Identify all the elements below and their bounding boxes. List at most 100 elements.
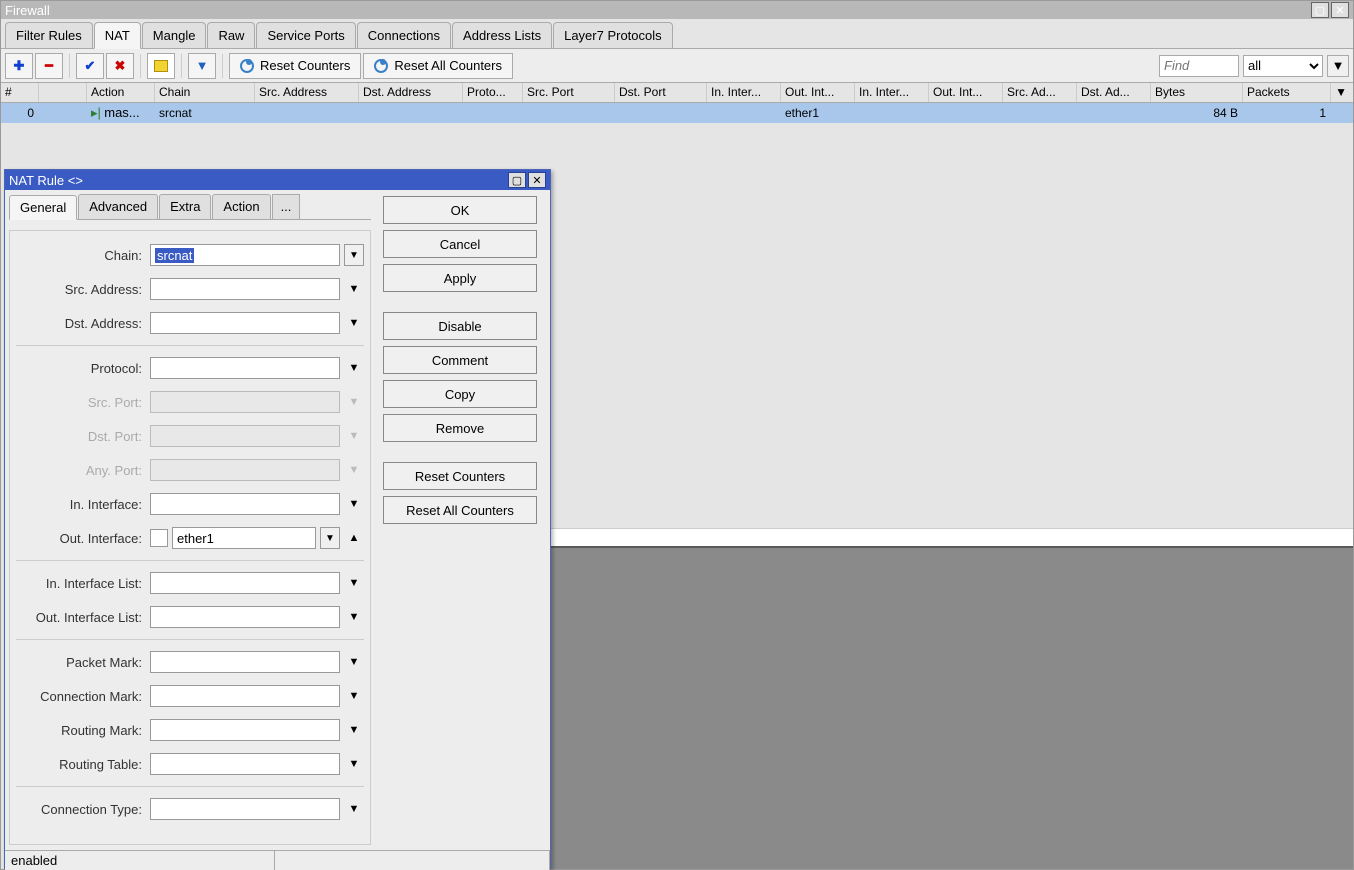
dialog-close-icon[interactable]: ✕ <box>528 172 546 188</box>
dialog-buttons: OK Cancel Apply Disable Comment Copy Rem… <box>375 190 545 850</box>
find-input[interactable] <box>1159 55 1239 77</box>
expand-icon[interactable]: ▼ <box>344 572 364 594</box>
enable-button[interactable]: ✔ <box>76 53 104 79</box>
tab-more-icon[interactable]: ... <box>272 194 301 219</box>
routing-mark-label: Routing Mark: <box>16 723 150 738</box>
routing-table-label: Routing Table: <box>16 757 150 772</box>
tab-nat[interactable]: NAT <box>94 22 141 49</box>
remove-button[interactable]: Remove <box>383 414 537 442</box>
expand-icon[interactable]: ▼ <box>344 798 364 820</box>
src-address-input[interactable] <box>150 278 340 300</box>
disable-button[interactable]: ✖ <box>106 53 134 79</box>
main-title-bar: Firewall ▢ ✕ <box>1 1 1353 19</box>
col-packets[interactable]: Packets <box>1243 83 1331 102</box>
tab-address-lists[interactable]: Address Lists <box>452 22 552 48</box>
close-icon[interactable]: ✕ <box>1331 2 1349 18</box>
expand-icon[interactable]: ▼ <box>344 312 364 334</box>
collapse-icon[interactable]: ▲ <box>344 527 364 549</box>
tab-service-ports[interactable]: Service Ports <box>256 22 355 48</box>
col-chain[interactable]: Chain <box>155 83 255 102</box>
in-interface-label: In. Interface: <box>16 497 150 512</box>
src-address-label: Src. Address: <box>16 282 150 297</box>
col-dst-ad[interactable]: Dst. Ad... <box>1077 83 1151 102</box>
col-in-inter2[interactable]: In. Inter... <box>855 83 929 102</box>
table-header: # Action Chain Src. Address Dst. Address… <box>1 83 1353 103</box>
filter-dropdown-icon[interactable]: ▼ <box>1327 55 1349 77</box>
filter-select[interactable]: all <box>1243 55 1323 77</box>
col-src-ad[interactable]: Src. Ad... <box>1003 83 1077 102</box>
ok-button[interactable]: OK <box>383 196 537 224</box>
col-proto[interactable]: Proto... <box>463 83 523 102</box>
add-button[interactable]: ✚ <box>5 53 33 79</box>
table-row[interactable]: 0 ▸| mas... srcnat ether1 84 B 1 <box>1 103 1353 123</box>
col-num[interactable]: # <box>1 83 39 102</box>
col-out-int[interactable]: Out. Int... <box>781 83 855 102</box>
expand-icon[interactable]: ▼ <box>344 651 364 673</box>
filter-icon[interactable]: ▼ <box>188 53 216 79</box>
col-in-inter[interactable]: In. Inter... <box>707 83 781 102</box>
col-menu-icon[interactable]: ▼ <box>1331 83 1351 102</box>
expand-icon[interactable]: ▼ <box>344 685 364 707</box>
expand-icon[interactable]: ▼ <box>344 719 364 741</box>
out-interface-input[interactable]: ether1 <box>172 527 316 549</box>
tab-mangle[interactable]: Mangle <box>142 22 207 48</box>
col-src-address[interactable]: Src. Address <box>255 83 359 102</box>
in-interface-list-input[interactable] <box>150 572 340 594</box>
tab-filter-rules[interactable]: Filter Rules <box>5 22 93 48</box>
col-blank[interactable] <box>39 83 87 102</box>
out-interface-dropdown-icon[interactable]: ▼ <box>320 527 340 549</box>
col-bytes[interactable]: Bytes <box>1151 83 1243 102</box>
dialog-title-bar: NAT Rule <> ▢ ✕ <box>5 170 550 190</box>
dst-address-input[interactable] <box>150 312 340 334</box>
copy-button[interactable]: Copy <box>383 380 537 408</box>
tab-advanced[interactable]: Advanced <box>78 194 158 219</box>
dialog-maximize-icon[interactable]: ▢ <box>508 172 526 188</box>
col-out-int2[interactable]: Out. Int... <box>929 83 1003 102</box>
col-action[interactable]: Action <box>87 83 155 102</box>
connection-mark-input[interactable] <box>150 685 340 707</box>
tab-action[interactable]: Action <box>212 194 270 219</box>
main-tabs: Filter Rules NAT Mangle Raw Service Port… <box>1 19 1353 49</box>
tab-general[interactable]: General <box>9 195 77 220</box>
expand-icon[interactable]: ▼ <box>344 606 364 628</box>
out-interface-not-checkbox[interactable] <box>150 529 168 547</box>
disable-button[interactable]: Disable <box>383 312 537 340</box>
cell-out-int: ether1 <box>781 104 855 122</box>
reset-counters-button[interactable]: Reset Counters <box>229 53 361 79</box>
reset-counters-button[interactable]: Reset Counters <box>383 462 537 490</box>
cancel-button[interactable]: Cancel <box>383 230 537 258</box>
tab-connections[interactable]: Connections <box>357 22 451 48</box>
col-src-port[interactable]: Src. Port <box>523 83 615 102</box>
remove-button[interactable]: ━ <box>35 53 63 79</box>
routing-mark-input[interactable] <box>150 719 340 741</box>
packet-mark-label: Packet Mark: <box>16 655 150 670</box>
cell-action: ▸| mas... <box>87 103 155 123</box>
expand-icon[interactable]: ▼ <box>344 278 364 300</box>
col-dst-port[interactable]: Dst. Port <box>615 83 707 102</box>
col-dst-address[interactable]: Dst. Address <box>359 83 463 102</box>
expand-icon[interactable]: ▼ <box>344 753 364 775</box>
chain-input[interactable]: srcnat <box>150 244 340 266</box>
comment-button[interactable]: Comment <box>383 346 537 374</box>
out-interface-label: Out. Interface: <box>16 531 150 546</box>
tab-raw[interactable]: Raw <box>207 22 255 48</box>
protocol-input[interactable] <box>150 357 340 379</box>
reset-all-counters-button[interactable]: Reset All Counters <box>383 496 537 524</box>
out-interface-list-input[interactable] <box>150 606 340 628</box>
connection-type-input[interactable] <box>150 798 340 820</box>
maximize-icon[interactable]: ▢ <box>1311 2 1329 18</box>
tab-layer7[interactable]: Layer7 Protocols <box>553 22 673 48</box>
comment-button[interactable] <box>147 53 175 79</box>
apply-button[interactable]: Apply <box>383 264 537 292</box>
routing-table-input[interactable] <box>150 753 340 775</box>
any-port-input <box>150 459 340 481</box>
expand-icon[interactable]: ▼ <box>344 493 364 515</box>
chain-dropdown-icon[interactable]: ▼ <box>344 244 364 266</box>
src-port-input <box>150 391 340 413</box>
in-interface-list-label: In. Interface List: <box>16 576 150 591</box>
expand-icon[interactable]: ▼ <box>344 357 364 379</box>
in-interface-input[interactable] <box>150 493 340 515</box>
reset-all-counters-button[interactable]: Reset All Counters <box>363 53 513 79</box>
packet-mark-input[interactable] <box>150 651 340 673</box>
tab-extra[interactable]: Extra <box>159 194 211 219</box>
